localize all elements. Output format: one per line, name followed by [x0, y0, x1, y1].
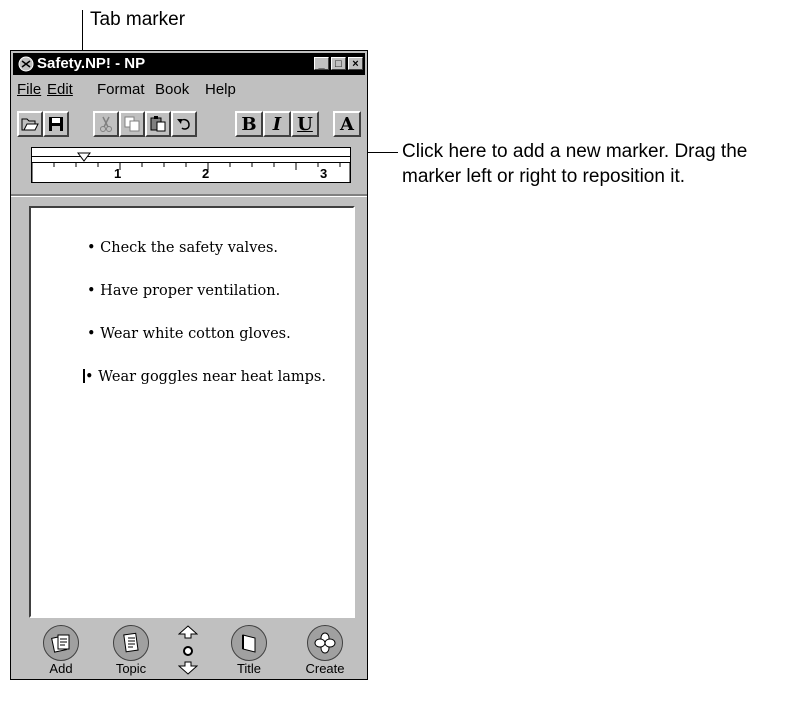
bold-button[interactable]: B	[235, 111, 263, 137]
bullet-item: • Wear white cotton gloves.	[87, 326, 291, 342]
title-bar: Safety.NP! - NP _ □ ×	[13, 53, 365, 75]
navigator	[173, 625, 203, 677]
text-cursor	[83, 369, 85, 383]
paste-icon	[150, 116, 166, 132]
create-icon	[307, 625, 343, 661]
add-icon	[43, 625, 79, 661]
create-button[interactable]: Create	[295, 625, 355, 677]
bullet-text: Have proper ventilation.	[100, 283, 281, 299]
menu-book[interactable]: Book	[155, 79, 189, 101]
window-title: Safety.NP! - NP	[37, 55, 146, 72]
ruler-label-3: 3	[320, 166, 328, 181]
tab-marker-icon[interactable]	[77, 152, 91, 162]
bottom-toolbar: Add Topic Title Create	[13, 625, 365, 677]
add-label: Add	[49, 661, 73, 676]
ruler-document-separator	[11, 194, 367, 197]
copy-icon	[124, 116, 140, 132]
title-icon	[231, 625, 267, 661]
title-button[interactable]: Title	[219, 625, 279, 677]
italic-button[interactable]: I	[263, 111, 291, 137]
ruler-label-2: 2	[202, 166, 210, 181]
down-arrow-icon[interactable]	[178, 661, 198, 675]
underline-button[interactable]: U	[291, 111, 319, 137]
toolbar: B I U A	[13, 105, 365, 141]
create-label: Create	[305, 661, 345, 676]
paste-button[interactable]	[145, 111, 171, 137]
save-button[interactable]	[43, 111, 69, 137]
bullet-item: • Check the safety valves.	[87, 240, 279, 256]
font-button[interactable]: A	[333, 111, 361, 137]
close-button[interactable]: ×	[348, 57, 363, 70]
minimize-button[interactable]: _	[314, 57, 329, 70]
save-icon	[49, 117, 63, 131]
ruler[interactable]: 1 2 3	[31, 147, 351, 183]
undo-icon	[177, 118, 190, 130]
document-area[interactable]: • Check the safety valves. • Have proper…	[29, 206, 355, 618]
menu-help[interactable]: Help	[205, 79, 236, 101]
open-button[interactable]	[17, 111, 43, 137]
menu-bar: File Edit Format Book Help	[13, 79, 365, 101]
bullet-text: Wear goggles near heat lamps.	[98, 369, 326, 385]
home-circle-icon[interactable]	[182, 645, 194, 657]
app-window: Safety.NP! - NP _ □ × File Edit Format B…	[10, 50, 368, 680]
bullet-text: Wear white cotton gloves.	[100, 326, 291, 342]
topic-button[interactable]: Topic	[101, 625, 161, 677]
cut-button[interactable]	[93, 111, 119, 137]
open-icon	[21, 118, 39, 131]
add-button[interactable]: Add	[31, 625, 91, 677]
menu-format[interactable]: Format	[97, 79, 145, 101]
menu-edit[interactable]: Edit	[47, 79, 91, 101]
title-label: Title	[236, 661, 262, 676]
ruler-label-1: 1	[114, 166, 122, 181]
add-marker-callout-line1: Click here to add a new marker. Drag the	[402, 141, 748, 162]
bullet-text: Check the safety valves.	[100, 240, 279, 256]
bullet-item: • Have proper ventilation.	[87, 283, 281, 299]
cut-icon	[100, 116, 112, 132]
tab-marker-callout: Tab marker	[90, 9, 186, 30]
bullet-item: • Wear goggles near heat lamps.	[83, 369, 326, 385]
undo-button[interactable]	[171, 111, 197, 137]
copy-button[interactable]	[119, 111, 145, 137]
up-arrow-icon[interactable]	[178, 625, 198, 639]
app-icon	[18, 56, 34, 72]
add-marker-callout-line2: marker left or right to reposition it.	[402, 166, 685, 187]
maximize-button[interactable]: □	[331, 57, 346, 70]
menu-file[interactable]: File	[17, 79, 41, 101]
topic-label: Topic	[115, 661, 147, 676]
topic-icon	[113, 625, 149, 661]
